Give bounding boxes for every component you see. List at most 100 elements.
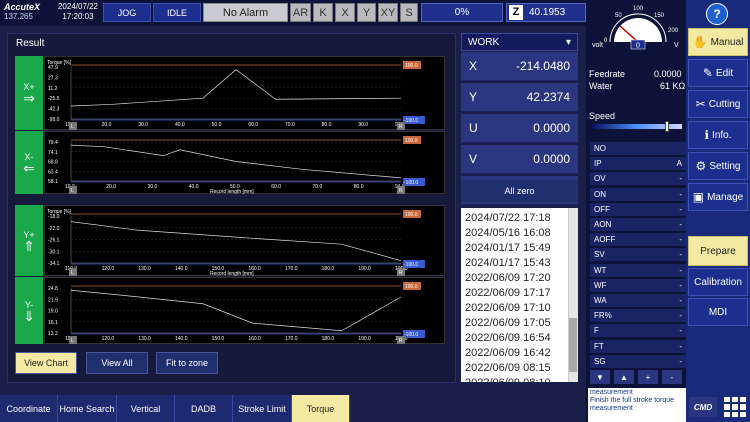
history-list[interactable]: 2024/07/22 17:18 2024/05/16 16:08 2024/01/… [461, 208, 578, 382]
fit-to-zone-button[interactable]: Fit to zone [156, 352, 218, 374]
y-tick-label: -99.0 [48, 117, 60, 123]
x-tick-label: 20.0 [106, 184, 116, 190]
history-item[interactable]: 2022/06/09 08:15 [465, 362, 551, 374]
date-time: 2024/07/22 17:20:03 [57, 2, 99, 21]
all-zero-button[interactable]: All zero [461, 180, 578, 202]
help-icon[interactable]: ? [706, 3, 728, 25]
x-tick-label: 60.0 [271, 184, 281, 190]
io-item-aoff[interactable]: AOFF - [590, 233, 686, 248]
io-label: WT [594, 265, 607, 275]
io-nav-button[interactable]: - [662, 370, 682, 384]
io-item-wa[interactable]: WA - [590, 294, 686, 308]
info-button[interactable]: ℹ Info. [688, 121, 748, 149]
arrow-icon: ⇐ [23, 159, 35, 176]
chart-4-jog-button[interactable]: Y- ⇓ [15, 277, 43, 344]
lower-limit-label: -100.0 [404, 332, 418, 338]
edit-button[interactable]: ✎ Edit [688, 59, 748, 87]
work-coordinate-select[interactable]: WORK ▾ [461, 33, 578, 51]
tab-dadb[interactable]: DADB [175, 395, 233, 422]
chart-1-jog-button[interactable]: X+ ⇒ [15, 56, 43, 130]
edit-icon: ✎ [702, 66, 713, 80]
axis-value: -214.0480 [515, 59, 570, 73]
io-item-ip[interactable]: IP A [590, 157, 686, 172]
io-label: NO [594, 144, 606, 153]
history-item[interactable]: 2024/07/22 17:18 [465, 212, 551, 224]
io-item-ov[interactable]: OV - [590, 172, 686, 187]
x-tick-label: 170.0 [285, 266, 298, 272]
volt-gauge: 0 50 100 150 200 volt V 0 [592, 6, 679, 50]
view-all-button[interactable]: View All [86, 352, 148, 374]
right-marker-label: R [399, 124, 403, 130]
lower-limit-label: -100.0 [404, 262, 418, 268]
io-label: FT [594, 341, 604, 351]
tab-torque[interactable]: Torque [292, 395, 350, 422]
io-nav-button[interactable]: + [638, 370, 658, 384]
torque-chart-3: Torque [%]-18.0-22.0-26.1-30.1-34.1110.0… [44, 205, 445, 277]
grid-menu-icon[interactable] [723, 396, 746, 418]
history-item[interactable]: 2022/06/09 17:17 [465, 287, 551, 299]
history-item[interactable]: 2024/01/17 15:43 [465, 257, 551, 269]
chart-3-jog-button[interactable]: Y+ ⇑ [15, 205, 43, 276]
io-item-no[interactable]: NO [590, 142, 686, 156]
water-label: Water [589, 81, 613, 91]
history-scrollbar[interactable] [568, 208, 578, 382]
manual-button[interactable]: ✋ Manual [688, 28, 748, 56]
x-tick-label: 90.0 [358, 122, 368, 128]
button-label: Manage [707, 191, 744, 203]
x-tick-label: 150.0 [212, 336, 225, 342]
calibration-button[interactable]: Calibration [688, 268, 748, 296]
mdi-button[interactable]: MDI [688, 298, 748, 326]
io-item-wf[interactable]: WF - [590, 278, 686, 293]
speed-slider[interactable] [592, 121, 682, 132]
io-nav-button[interactable]: ▲ [614, 370, 634, 384]
scrollbar-thumb[interactable] [569, 318, 577, 372]
x-tick-label: 140.0 [175, 266, 188, 272]
setting-button[interactable]: ⚙ Setting [688, 152, 748, 180]
tab-vertical[interactable]: Vertical [117, 395, 175, 422]
history-item[interactable]: 2022/06/09 17:10 [465, 302, 551, 314]
chart-2-jog-button[interactable]: X- ⇐ [15, 131, 43, 194]
axis-row-x: X -214.0480 [461, 52, 578, 81]
view-chart-button[interactable]: View Chart [15, 352, 77, 374]
history-item[interactable]: 2022/06/09 17:05 [465, 317, 551, 329]
cutting-button[interactable]: ✂ Cutting [688, 90, 748, 118]
io-item-f[interactable]: F- [590, 324, 686, 339]
speed-slider-thumb[interactable] [665, 121, 670, 132]
history-item[interactable]: 2022/06/09 16:42 [465, 347, 551, 359]
manage-icon: ▣ [692, 190, 705, 204]
io-item-aon[interactable]: AON - [590, 218, 686, 232]
lower-limit-label: -100.0 [404, 118, 418, 124]
io-item-off[interactable]: OFF - [590, 202, 686, 217]
alarm-status[interactable]: No Alarm [203, 3, 288, 22]
io-item-ft[interactable]: FT - [590, 339, 686, 354]
io-item-on[interactable]: ON - [590, 187, 686, 202]
y-tick-label: -30.1 [48, 249, 60, 255]
history-item[interactable]: 2022/06/09 08:10 [465, 377, 551, 382]
jog-mode-button[interactable]: JOG [103, 3, 151, 22]
x-tick-label: 190.0 [358, 336, 371, 342]
io-item-sv[interactable]: SV - [590, 248, 686, 263]
io-value: - [679, 250, 682, 260]
history-item[interactable]: 2024/01/17 15:49 [465, 242, 551, 254]
prepare-button[interactable]: Prepare [688, 236, 748, 266]
progress-percent: 0% [421, 3, 503, 22]
gauge-tick: 0 [604, 38, 608, 44]
cmd-button[interactable]: CMD [689, 397, 717, 417]
manage-button[interactable]: ▣ Manage [688, 183, 748, 211]
history-item[interactable]: 2022/06/09 16:54 [465, 332, 551, 344]
button-label: Setting [709, 160, 741, 172]
io-item-frpct[interactable]: FR% - [590, 309, 686, 324]
tab-home-search[interactable]: Home Search [58, 395, 117, 422]
io-item-wt[interactable]: WT - [590, 263, 686, 278]
history-item[interactable]: 2024/05/16 16:08 [465, 227, 551, 239]
history-item[interactable]: 2022/06/09 17:20 [465, 272, 551, 284]
tab-coordinate[interactable]: Coordinate [0, 395, 58, 422]
io-item-sg[interactable]: SG - [590, 354, 686, 369]
y-tick-label: 58.1 [48, 179, 58, 185]
z-icon: Z [509, 5, 523, 20]
axis-value: 0.0000 [533, 121, 570, 135]
tab-stroke-limit[interactable]: Stroke Limit [233, 395, 292, 422]
work-label: WORK [468, 36, 500, 48]
y-tick-label: 11.2 [48, 86, 58, 92]
io-nav-button[interactable]: ▼ [590, 370, 610, 384]
